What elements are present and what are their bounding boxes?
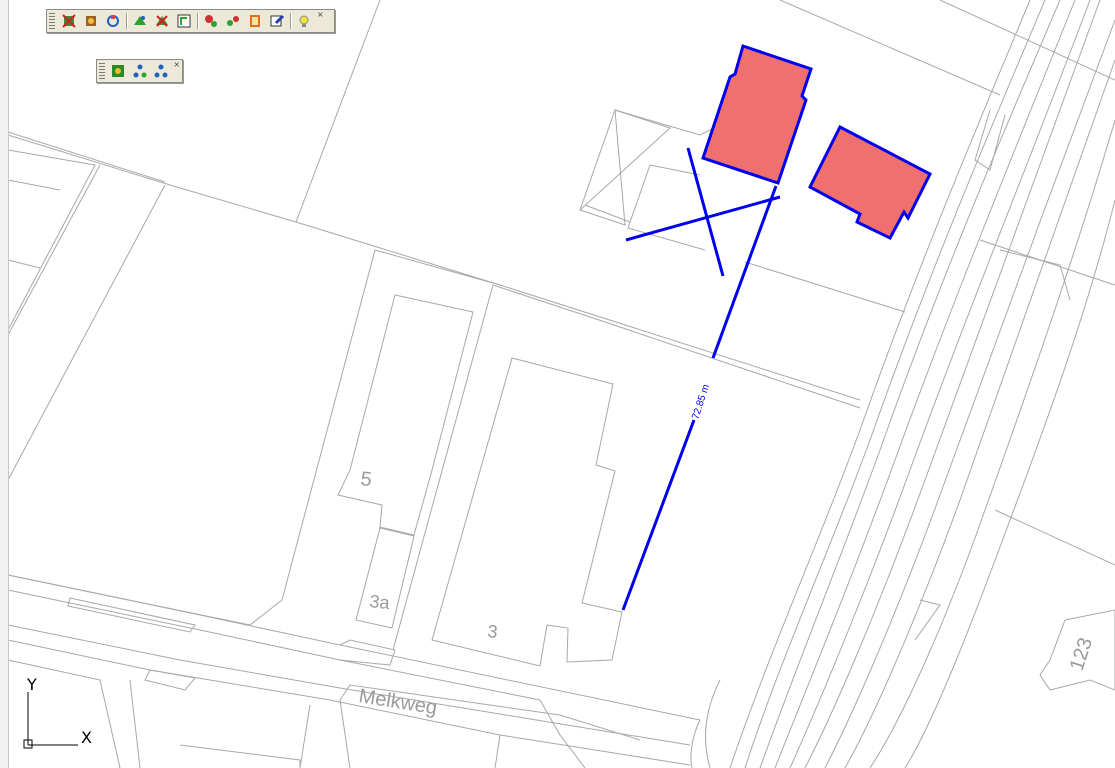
floating-toolbar-main[interactable]: × bbox=[46, 9, 335, 33]
toolbar-grip[interactable] bbox=[49, 13, 55, 29]
house-number-3a: 3a bbox=[369, 591, 392, 613]
ucs-y-label: Y bbox=[26, 675, 37, 694]
floating-toolbar-secondary[interactable]: × bbox=[96, 59, 183, 83]
dimension-label: 72.85 m bbox=[690, 383, 712, 421]
tree-icon[interactable] bbox=[151, 61, 170, 81]
remove-object-icon[interactable] bbox=[152, 11, 172, 31]
close-icon[interactable]: × bbox=[317, 11, 325, 19]
toolbar-separator bbox=[290, 13, 291, 29]
parcel-lines bbox=[7, 0, 1115, 768]
house-number-3: 3 bbox=[487, 621, 499, 642]
selected-building-2[interactable] bbox=[808, 124, 933, 240]
close-icon[interactable]: × bbox=[173, 61, 181, 69]
house-number-5: 5 bbox=[359, 468, 372, 491]
report-icon[interactable] bbox=[245, 11, 265, 31]
ucs-x-label: X bbox=[81, 728, 92, 747]
delete-object-icon[interactable] bbox=[59, 11, 79, 31]
network-icon[interactable] bbox=[130, 61, 149, 81]
toolbar-separator bbox=[197, 13, 198, 29]
ucs-icon bbox=[23, 692, 78, 749]
selected-building-1[interactable] bbox=[701, 44, 813, 185]
query-object-icon[interactable] bbox=[201, 11, 221, 31]
link-object-icon[interactable] bbox=[223, 11, 243, 31]
lamp-icon[interactable] bbox=[294, 11, 314, 31]
drawing-canvas[interactable]: 72.85 m 5 3a 3 123 Melkweg Y X bbox=[0, 0, 1115, 768]
toolbar-grip[interactable] bbox=[99, 63, 105, 79]
settings-object-icon[interactable] bbox=[81, 11, 101, 31]
edit-object-icon[interactable] bbox=[267, 11, 287, 31]
select-object-icon[interactable] bbox=[130, 11, 150, 31]
viewport-left-border bbox=[0, 0, 9, 768]
layers-icon[interactable] bbox=[109, 61, 128, 81]
toolbar-separator bbox=[126, 13, 127, 29]
refresh-object-icon[interactable] bbox=[103, 11, 123, 31]
house-number-123: 123 bbox=[1066, 635, 1097, 674]
selection-lines bbox=[621, 147, 781, 611]
zoom-object-icon[interactable] bbox=[174, 11, 194, 31]
